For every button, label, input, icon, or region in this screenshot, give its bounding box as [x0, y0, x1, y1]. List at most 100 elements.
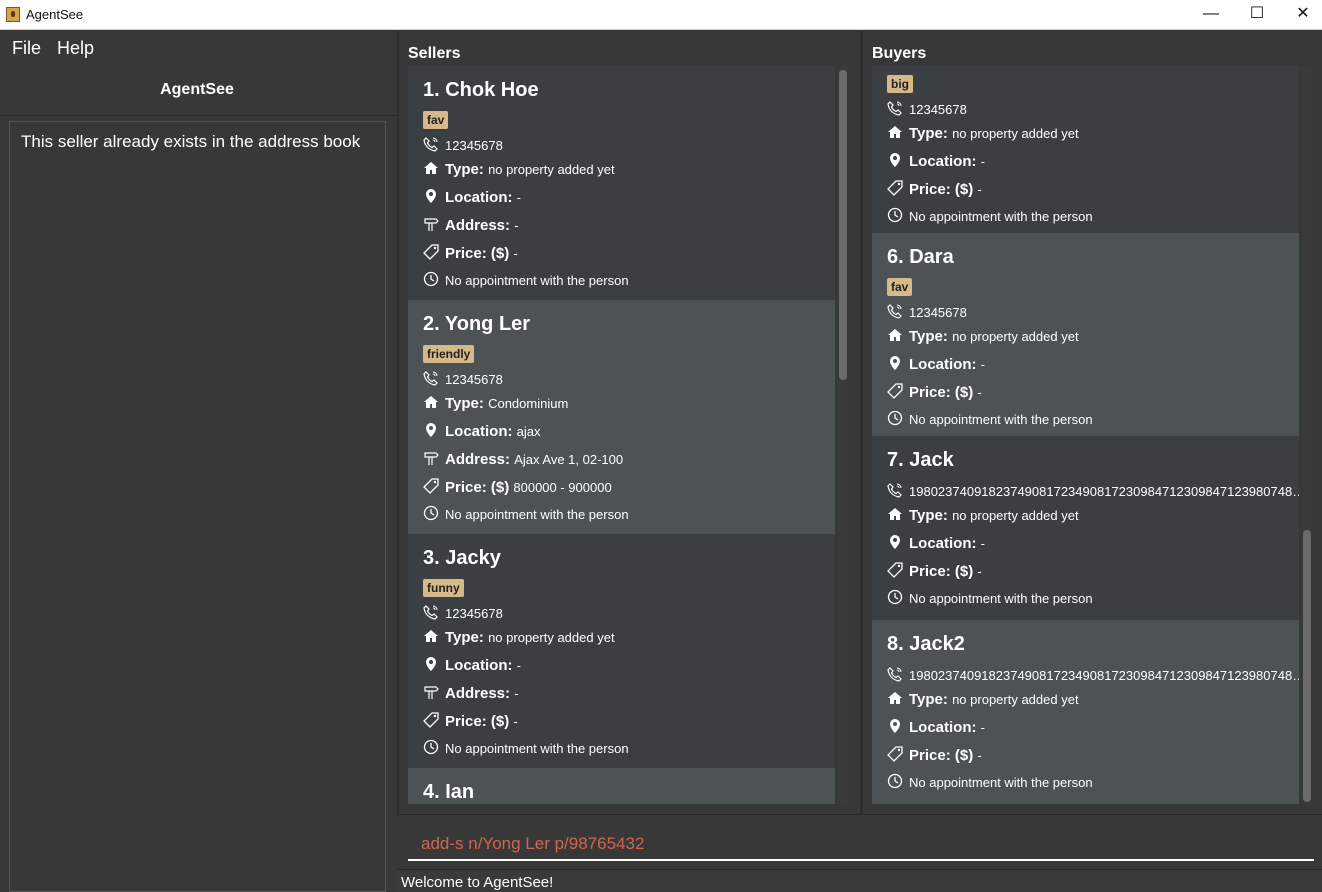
buyer-card[interactable]: 7. Jack 198023740918237490817234908172309…	[872, 436, 1299, 620]
command-input[interactable]	[408, 829, 1314, 861]
phone-row: 12345678	[423, 604, 503, 621]
clock-icon	[887, 773, 903, 789]
price-row: Price: ($) -	[887, 562, 982, 580]
appointment-value: No appointment with the person	[445, 741, 629, 756]
appointment-value: No appointment with the person	[909, 209, 1093, 224]
home-value: no property added yet	[952, 329, 1079, 344]
price-row: Price: ($) -	[423, 244, 518, 262]
price-tag-icon	[887, 746, 903, 762]
price-label: Price: ($)	[445, 245, 510, 262]
location-pin-icon	[423, 422, 439, 438]
price-tag-icon	[887, 180, 903, 196]
clock-icon	[887, 589, 903, 605]
buyers-scroll-thumb[interactable]	[1303, 530, 1311, 802]
address-label: Address:	[445, 451, 511, 468]
phone-icon	[423, 136, 439, 152]
buyer-card[interactable]: 8. Jack2 19802374091823749081723490817230…	[872, 620, 1299, 804]
price-row: Price: ($) -	[423, 712, 518, 730]
price-row: Price: ($) 800000 - 900000	[423, 478, 612, 496]
home-value: no property added yet	[952, 508, 1079, 523]
seller-card[interactable]: 3. Jacky funny 12345678 Type: no property a…	[408, 534, 835, 768]
address-row: Address: -	[423, 684, 519, 702]
location-value: ajax	[516, 424, 541, 439]
tag-badge: big	[887, 75, 913, 93]
location-row: Location: -	[423, 656, 521, 674]
home-label: Type:	[909, 507, 948, 524]
location-value: -	[516, 658, 522, 673]
home-label: Type:	[909, 125, 948, 142]
home-value: no property added yet	[488, 630, 615, 645]
location-row: Location: ajax	[423, 422, 541, 440]
sellers-scrollbar[interactable]	[837, 66, 847, 804]
seller-card[interactable]: 1. Chok Hoe fav 12345678 Type: no property …	[408, 66, 835, 300]
tag-badge: fav	[423, 111, 449, 129]
minimize-icon: —	[1203, 5, 1219, 22]
address-value: -	[514, 218, 519, 233]
sellers-list[interactable]: 1. Chok Hoe fav 12345678 Type: no property …	[408, 66, 835, 804]
phone-row: 12345678	[423, 136, 503, 153]
price-tag-icon	[423, 244, 439, 260]
menu-help[interactable]: Help	[57, 38, 94, 59]
tag-badge: funny	[423, 579, 464, 597]
price-tag-icon	[423, 712, 439, 728]
price-label: Price: ($)	[909, 563, 974, 580]
buyers-list[interactable]: big 12345678 Type: no property added yet Lo…	[872, 66, 1299, 804]
price-value: -	[977, 385, 982, 400]
location-label: Location:	[909, 153, 977, 170]
appointment-row: No appointment with the person	[423, 271, 629, 289]
location-pin-icon	[887, 355, 903, 371]
location-pin-icon	[423, 188, 439, 204]
phone-row: 12345678	[887, 100, 967, 117]
menu-file[interactable]: File	[12, 38, 41, 59]
location-row: Location: -	[423, 188, 521, 206]
phone-row: 1980237409182374908172349081723098471230…	[887, 666, 1299, 683]
price-label: Price: ($)	[445, 713, 510, 730]
appointment-row: No appointment with the person	[887, 207, 1093, 225]
command-area	[397, 814, 1322, 869]
home-icon	[887, 690, 903, 706]
price-value: -	[513, 246, 518, 261]
phone-icon	[887, 303, 903, 319]
home-row: Type: Condominium	[423, 394, 568, 412]
close-button[interactable]: ✕	[1280, 0, 1322, 30]
buyers-scrollbar[interactable]	[1301, 66, 1311, 804]
maximize-button[interactable]: ☐	[1234, 0, 1280, 30]
divider	[0, 115, 397, 116]
seller-card[interactable]: 2. Yong Ler friendly 12345678 Type: Condomi…	[408, 300, 835, 534]
price-value: 800000 - 900000	[513, 480, 612, 495]
home-row: Type: no property added yet	[887, 690, 1079, 708]
home-value: no property added yet	[488, 162, 615, 177]
buyer-card[interactable]: big 12345678 Type: no property added yet Lo…	[872, 66, 1299, 233]
appointment-row: No appointment with the person	[423, 505, 629, 523]
location-label: Location:	[445, 189, 513, 206]
address-value: -	[514, 686, 519, 701]
left-panel: File Help AgentSee This seller already e…	[0, 31, 397, 892]
phone-value: 12345678	[445, 606, 503, 621]
address-row: Address: Ajax Ave 1, 02-100	[423, 450, 623, 468]
location-row: Location: -	[887, 534, 985, 552]
location-label: Location:	[445, 657, 513, 674]
clock-icon	[887, 207, 903, 223]
signpost-icon	[423, 684, 439, 700]
card-name: 3. Jacky	[423, 547, 501, 569]
price-value: -	[977, 182, 982, 197]
card-name: 7. Jack	[887, 449, 954, 471]
home-icon	[423, 628, 439, 644]
location-value: -	[980, 536, 986, 551]
home-label: Type:	[445, 629, 484, 646]
home-label: Type:	[445, 395, 484, 412]
phone-value: 12345678	[445, 372, 503, 387]
sellers-scroll-thumb[interactable]	[839, 70, 847, 380]
minimize-button[interactable]: —	[1188, 0, 1234, 30]
price-row: Price: ($) -	[887, 180, 982, 198]
phone-row: 1980237409182374908172349081723098471230…	[887, 482, 1299, 499]
buyers-title: Buyers	[872, 45, 927, 62]
home-row: Type: no property added yet	[423, 160, 615, 178]
seller-card[interactable]: 4. Ian	[408, 768, 835, 804]
appointment-row: No appointment with the person	[423, 739, 629, 757]
buyer-card[interactable]: 6. Dara fav 12345678 Type: no property adde…	[872, 233, 1299, 436]
card-name: 4. Ian	[423, 781, 475, 803]
price-label: Price: ($)	[909, 384, 974, 401]
result-display[interactable]: This seller already exists in the addres…	[9, 121, 386, 892]
price-row: Price: ($) -	[887, 746, 982, 764]
